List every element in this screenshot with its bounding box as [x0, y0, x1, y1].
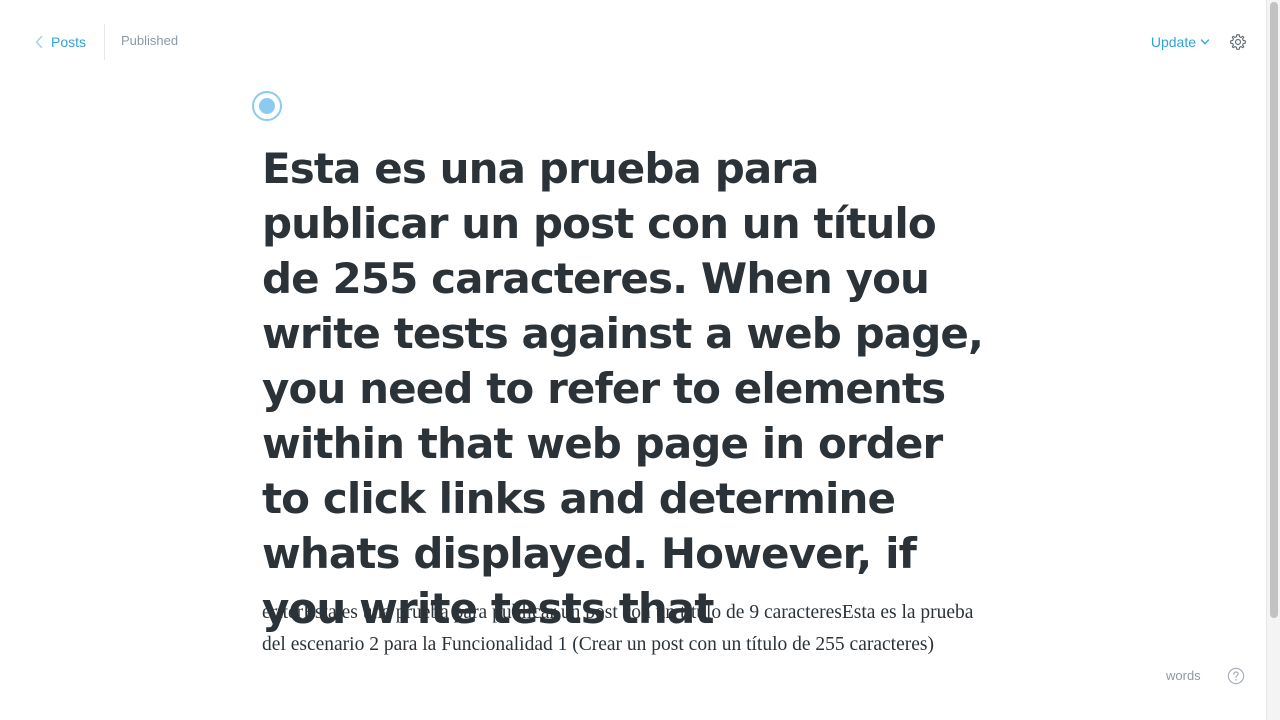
vertical-scrollbar[interactable] [1266, 0, 1280, 720]
chevron-left-icon [35, 35, 43, 49]
back-link-label: Posts [51, 34, 87, 50]
update-button-label: Update [1150, 34, 1196, 50]
header-divider [104, 24, 105, 60]
gear-icon[interactable] [1229, 33, 1247, 51]
chevron-down-icon [1200, 39, 1210, 45]
back-to-posts-link[interactable]: Posts [34, 31, 86, 53]
scrollbar-thumb[interactable] [1270, 2, 1278, 618]
image-placeholder-icon[interactable] [252, 91, 282, 121]
post-status: Published [121, 33, 179, 48]
update-button[interactable]: Update [1151, 31, 1210, 53]
question-circle-icon[interactable] [1227, 667, 1245, 685]
post-title-input[interactable]: Esta es una prueba para publicar un post… [262, 141, 1002, 636]
post-body-editor[interactable]: ertterEsta es una prueba para publicar u… [262, 597, 1002, 661]
editor-header: Posts Published Update [0, 0, 1266, 84]
word-count: words [1166, 668, 1201, 683]
editor-page: Posts Published Update Esta es una prueb… [0, 0, 1280, 720]
